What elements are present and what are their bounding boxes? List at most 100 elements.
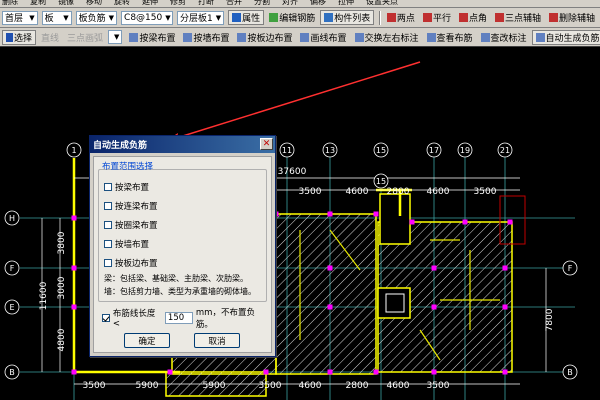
- cancel-button[interactable]: 取消: [194, 333, 240, 348]
- three-point-arc-button[interactable]: 三点画弧: [64, 30, 106, 45]
- component-type-select[interactable]: 板 ▼: [41, 10, 72, 25]
- bottom-dim: 4600: [387, 381, 410, 391]
- checkbox[interactable]: [104, 183, 112, 191]
- axis-bubble-15: 15: [373, 142, 389, 158]
- column-marker: [502, 265, 508, 271]
- property-icon: [232, 13, 242, 22]
- edit-tool-13[interactable]: 设置夹点: [366, 0, 398, 7]
- length-label: 布筋线长度<: [112, 309, 156, 329]
- edit-tool-8[interactable]: 合并: [226, 0, 242, 7]
- arc-mode-select[interactable]: ▼: [108, 30, 123, 44]
- line-button[interactable]: 直线: [38, 30, 62, 45]
- option-by-slab-edge[interactable]: 按板边布置: [104, 257, 158, 269]
- rebar-select[interactable]: C8@150 ▼: [121, 10, 174, 25]
- axis-bubble-H: H: [4, 210, 20, 226]
- axis-label: 1: [71, 146, 76, 155]
- auto-generate-button[interactable]: 自动生成负筋: [531, 29, 600, 45]
- bottom-dim: 3500: [259, 381, 282, 391]
- edit-tool-5[interactable]: 延伸: [142, 0, 158, 7]
- bottom-dim: 4600: [299, 381, 322, 391]
- column-marker: [263, 369, 269, 375]
- checkbox[interactable]: [104, 240, 112, 248]
- edit-tool-9[interactable]: 分割: [254, 0, 270, 7]
- edit-tool-11[interactable]: 偏移: [310, 0, 326, 7]
- draw-line-label: 画线布置: [310, 33, 347, 44]
- three-point-arc-label: 三点画弧: [67, 33, 104, 44]
- option-label: 按墙布置: [115, 240, 150, 250]
- column-marker: [502, 304, 508, 310]
- rebar-value: C8@150: [124, 12, 163, 23]
- checkbox[interactable]: [104, 259, 112, 267]
- edit-tool-1[interactable]: 复制: [30, 0, 46, 7]
- property-toolbar: 首层 ▼ 板 ▼ 板负筋 ▼ C8@150 ▼ 分层板1 ▼ 属性 编辑钢筋 构件列表 两…: [0, 8, 600, 28]
- length-checkbox[interactable]: [102, 314, 110, 322]
- edit-tool-6[interactable]: 修剪: [170, 0, 186, 7]
- swap-icon: [354, 32, 364, 42]
- axis-label: 17: [429, 146, 439, 155]
- parallel-axis-button[interactable]: 平行: [420, 10, 454, 25]
- toolbar-separator: [379, 10, 381, 25]
- parallel-label: 平行: [432, 14, 451, 24]
- checkbox[interactable]: [104, 221, 112, 229]
- edit-tool-7[interactable]: 打断: [198, 0, 214, 7]
- edit-tool-12[interactable]: 拉伸: [338, 0, 354, 7]
- option-by-beam[interactable]: 按梁布置: [104, 181, 149, 193]
- floor-select[interactable]: 首层 ▼: [2, 10, 38, 25]
- edit-rebar-button[interactable]: 编辑钢筋: [266, 10, 318, 25]
- layer-select[interactable]: 分层板1 ▼: [177, 10, 225, 25]
- column-marker: [507, 219, 513, 225]
- cancel-label: 取消: [208, 336, 226, 347]
- edit-tool-3[interactable]: 移动: [86, 0, 102, 7]
- draw-line-button[interactable]: 画线布置: [297, 30, 349, 45]
- column-marker: [327, 304, 333, 310]
- delete-axis-button[interactable]: 删除辅轴: [546, 10, 598, 25]
- auto-generate-dialog: 自动生成负筋 ✕ 布置范围选择 按梁布置 按连梁布置 按圈梁布置 按墙布置 按板…: [89, 135, 276, 357]
- component-type-value: 板: [44, 14, 54, 24]
- option-by-coupling-beam[interactable]: 按连梁布置: [104, 200, 158, 212]
- option-by-wall[interactable]: 按墙布置: [104, 238, 149, 250]
- point-angle-button[interactable]: 点角: [456, 10, 490, 25]
- by-slab-edge-button[interactable]: 按板边布置: [234, 30, 295, 45]
- two-point-axis-button[interactable]: 两点: [384, 10, 418, 25]
- point-angle-label: 点角: [468, 14, 487, 24]
- column-marker: [431, 369, 437, 375]
- length-row: 布筋线长度< mm，不布置负筋。: [102, 306, 271, 330]
- view-rebar-button[interactable]: 查看布筋: [424, 30, 476, 45]
- edit-tool-4[interactable]: 旋转: [114, 0, 130, 7]
- length-input[interactable]: [164, 312, 193, 324]
- edit-tool-2[interactable]: 镜像: [58, 0, 74, 7]
- axis-label: 13: [325, 146, 335, 155]
- by-beam-button[interactable]: 按梁布置: [126, 30, 178, 45]
- option-by-ring-beam[interactable]: 按圈梁布置: [104, 219, 158, 231]
- axis-label: 15: [376, 177, 386, 186]
- category-select[interactable]: 板负筋 ▼: [75, 10, 118, 25]
- ok-button[interactable]: 确定: [124, 333, 170, 348]
- dialog-title: 自动生成负筋: [93, 141, 148, 151]
- by-wall-button[interactable]: 按墙布置: [180, 30, 232, 45]
- swap-marks-button[interactable]: 交换左右标注: [352, 30, 422, 45]
- component-list-button[interactable]: 构件列表: [320, 10, 375, 25]
- column-marker: [462, 219, 468, 225]
- auto-generate-label: 自动生成负筋: [545, 33, 600, 44]
- select-button[interactable]: 选择: [2, 29, 37, 45]
- left-dim: 3800: [57, 231, 67, 254]
- three-point-axis-button[interactable]: 三点辅轴: [492, 10, 544, 25]
- left-total-dim: 11600: [39, 281, 49, 310]
- column-marker: [502, 369, 508, 375]
- bottom-dim: 2800: [346, 381, 369, 391]
- red-arrow-line: [169, 61, 421, 141]
- property-button[interactable]: 属性: [228, 10, 265, 25]
- option-label: 按圈梁布置: [115, 221, 158, 231]
- dialog-title-bar[interactable]: 自动生成负筋 ✕: [90, 136, 275, 153]
- option-label: 按连梁布置: [115, 202, 158, 212]
- edit-tool-10[interactable]: 对齐: [282, 0, 298, 7]
- edit-tool-0[interactable]: 删除: [2, 0, 18, 7]
- list-icon: [324, 13, 334, 22]
- column-marker: [373, 369, 379, 375]
- view-rebar-label: 查看布筋: [436, 33, 473, 44]
- checkbox[interactable]: [104, 202, 112, 210]
- bottom-dim: 5900: [203, 381, 226, 391]
- close-icon[interactable]: ✕: [260, 138, 273, 150]
- length-suffix: mm，不布置负筋。: [195, 308, 255, 330]
- check-marks-button[interactable]: 查改标注: [478, 30, 530, 45]
